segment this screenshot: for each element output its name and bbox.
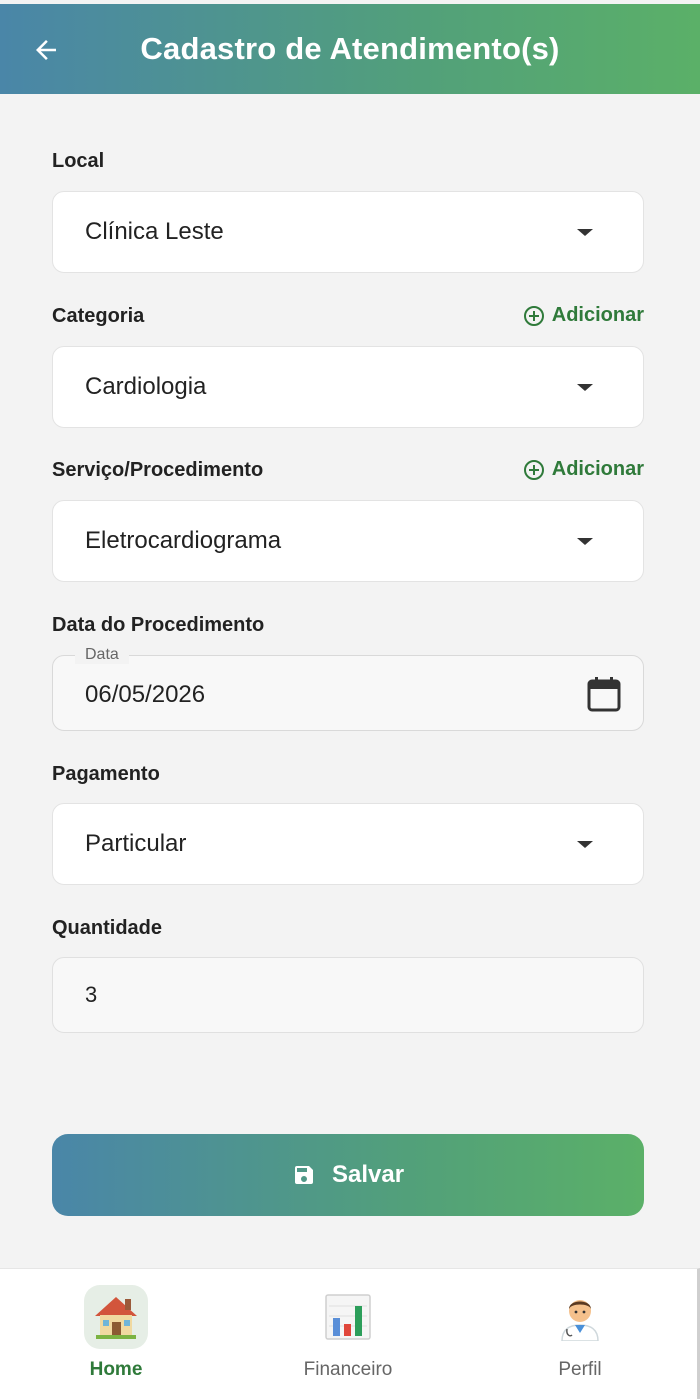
nav-item-home[interactable]: Home: [36, 1285, 196, 1381]
local-value: Clínica Leste: [85, 218, 224, 245]
bar-chart-icon: [325, 1294, 371, 1340]
add-servico-button[interactable]: Adicionar: [523, 458, 644, 481]
categoria-select[interactable]: Cardiologia: [52, 346, 644, 428]
quantidade-value: 3: [85, 982, 98, 1007]
nav-icon-wrap: [84, 1285, 148, 1349]
add-categoria-label: Adicionar: [551, 304, 644, 326]
caret-down-icon: [577, 229, 593, 236]
add-categoria-button[interactable]: Adicionar: [523, 304, 644, 327]
quantidade-label: Quantidade: [52, 917, 163, 939]
nav-label-financeiro: Financeiro: [303, 1359, 393, 1380]
pagamento-label: Pagamento: [52, 763, 160, 785]
page-title: Cadastro de Atendimento(s): [140, 31, 560, 66]
add-circle-icon: [523, 305, 544, 326]
save-button[interactable]: Salvar: [52, 1134, 644, 1216]
doctor-icon: [561, 1300, 599, 1341]
back-button[interactable]: [28, 32, 64, 68]
caret-down-icon: [577, 538, 593, 545]
data-label: Data do Procedimento: [52, 614, 265, 636]
nav-icon-wrap: [316, 1285, 380, 1349]
categoria-label: Categoria: [52, 305, 145, 327]
pagamento-value: Particular: [85, 830, 187, 857]
date-field-label: Data: [75, 646, 129, 664]
save-icon: [294, 1166, 313, 1184]
categoria-value: Cardiologia: [85, 373, 207, 400]
servico-value: Eletrocardiograma: [85, 527, 282, 554]
calendar-icon[interactable]: [587, 676, 621, 712]
quantidade-input[interactable]: 3: [52, 957, 644, 1033]
nav-label-home: Home: [89, 1359, 143, 1380]
servico-select[interactable]: Eletrocardiograma: [52, 500, 644, 582]
app-bar: Cadastro de Atendimento(s): [0, 4, 700, 94]
nav-icon-wrap: [548, 1285, 612, 1349]
nav-label-perfil: Perfil: [558, 1359, 602, 1380]
local-label: Local: [52, 150, 105, 172]
house-icon: [95, 1297, 137, 1339]
date-value: 06/05/2026: [85, 681, 206, 708]
nav-item-financeiro[interactable]: Financeiro: [268, 1285, 428, 1381]
add-servico-label: Adicionar: [551, 458, 644, 480]
add-circle-icon: [523, 459, 544, 480]
nav-item-perfil[interactable]: Perfil: [500, 1285, 660, 1381]
arrow-left-icon: [36, 40, 56, 60]
local-select[interactable]: Clínica Leste: [52, 191, 644, 273]
caret-down-icon: [577, 384, 593, 391]
caret-down-icon: [577, 841, 593, 848]
pagamento-select[interactable]: Particular: [52, 803, 644, 885]
servico-label: Serviço/Procedimento: [52, 459, 264, 481]
save-label: Salvar: [331, 1161, 405, 1188]
bottom-nav: Home Financeiro Perfil: [0, 1268, 700, 1399]
date-field[interactable]: Data 06/05/2026: [52, 646, 644, 731]
